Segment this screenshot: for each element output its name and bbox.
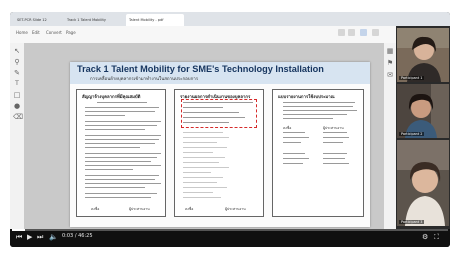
participant-video bbox=[397, 140, 449, 226]
pdf-page: Track 1 Talent Mobility for SME's Techno… bbox=[70, 62, 370, 227]
prev-icon[interactable]: ⏮ bbox=[16, 233, 22, 241]
zoom-in-button[interactable] bbox=[348, 29, 355, 36]
participant-video bbox=[397, 84, 449, 138]
signature-label: ลงชื่อ bbox=[91, 207, 100, 211]
document-viewport[interactable]: Track 1 Talent Mobility for SME's Techno… bbox=[24, 43, 384, 229]
panel-title: แบบรายงานการใช้งบประมาณ bbox=[278, 95, 335, 100]
signature-label: ลงชื่อ bbox=[283, 126, 292, 130]
document-panel-report: รายงานผลการดำเนินงานของบุคลากร ลงชื่อ ผู… bbox=[174, 89, 264, 217]
participant-video bbox=[397, 28, 449, 82]
screen-share: SET-PCR Slide 12 Track 1 Talent Mobility… bbox=[10, 12, 450, 247]
panel-title: สัญญาจ้างบุคลากรที่มีคุณสมบัติ bbox=[82, 95, 141, 100]
video-player-bar: ⏮ ▶ ⏭ 🔈 0:03 / 46:25 ⚙ ⛶ bbox=[10, 229, 450, 247]
participant-name: Participant 3 bbox=[399, 220, 425, 224]
pdf-tool-rail: ↖ ⚲ ✎ T □ ● ⌫ bbox=[10, 43, 24, 229]
tab-label: Track 1 Talent Mobility bbox=[67, 18, 106, 22]
settings-icon[interactable]: ⚙ bbox=[422, 233, 428, 241]
signature-label: ผู้ประสานงาน bbox=[323, 126, 344, 130]
menu-edit[interactable]: Edit bbox=[32, 30, 40, 35]
cursor-icon[interactable]: ↖ bbox=[13, 47, 21, 55]
dashed-highlight-box bbox=[181, 99, 257, 128]
signature-label: ลงชื่อ bbox=[185, 207, 194, 211]
participants-column: Participant 1 Participant 2 Participant … bbox=[396, 26, 450, 229]
signature-label: ผู้ประสานงาน bbox=[129, 207, 150, 211]
menu-home[interactable]: Home bbox=[16, 30, 28, 35]
share-button[interactable] bbox=[360, 29, 367, 36]
slide-banner: Track 1 Talent Mobility for SME's Techno… bbox=[70, 62, 370, 84]
bookmark-icon[interactable]: ⚑ bbox=[386, 59, 394, 67]
time-display: 0:03 / 46:25 bbox=[62, 233, 93, 239]
menu-page[interactable]: Page bbox=[66, 30, 76, 35]
zoom-icon[interactable]: ⚲ bbox=[13, 58, 21, 66]
pdf-menu-bar: Home Edit Convert Page bbox=[10, 26, 396, 44]
slide-subtitle: การเคลื่อนย้ายบุคลากรเข้ามาทำงานในสถานปร… bbox=[90, 77, 199, 82]
fullscreen-icon[interactable]: ⛶ bbox=[434, 233, 439, 241]
play-icon[interactable]: ▶ bbox=[27, 233, 32, 241]
tab-label: Talent Mobility - pdf bbox=[129, 18, 164, 22]
progress-bar[interactable] bbox=[12, 229, 448, 231]
comment-icon[interactable]: ✉ bbox=[386, 71, 394, 79]
volume-icon[interactable]: 🔈 bbox=[49, 233, 58, 241]
next-icon[interactable]: ⏭ bbox=[37, 233, 43, 241]
tab-label: SET-PCR Slide 12 bbox=[17, 18, 47, 22]
signature-label: ผู้ประสานงาน bbox=[225, 207, 246, 211]
shape-icon[interactable]: □ bbox=[13, 91, 21, 99]
browser-tab-bar: SET-PCR Slide 12 Track 1 Talent Mobility… bbox=[10, 12, 450, 26]
browser-tab[interactable]: Track 1 Talent Mobility bbox=[64, 14, 124, 26]
text-icon[interactable]: T bbox=[13, 80, 21, 88]
zoom-out-button[interactable] bbox=[338, 29, 345, 36]
eraser-icon[interactable]: ⌫ bbox=[13, 113, 23, 121]
highlight-icon[interactable]: ● bbox=[13, 102, 21, 110]
progress-fill bbox=[12, 229, 26, 231]
browser-tab[interactable]: SET-PCR Slide 12 bbox=[14, 14, 62, 26]
document-panel-contract: สัญญาจ้างบุคลากรที่มีคุณสมบัติ ลงชื่อ ผู… bbox=[76, 89, 166, 217]
menu-convert[interactable]: Convert bbox=[46, 30, 62, 35]
more-options-button[interactable] bbox=[372, 29, 379, 36]
participant-tile[interactable]: Participant 1 bbox=[397, 28, 449, 82]
participant-name: Participant 2 bbox=[399, 132, 425, 136]
participant-name: Participant 1 bbox=[399, 76, 425, 80]
slide-title: Track 1 Talent Mobility for SME's Techno… bbox=[77, 64, 324, 74]
browser-tab-active[interactable]: Talent Mobility - pdf bbox=[126, 14, 184, 26]
participant-tile[interactable]: Participant 2 bbox=[397, 84, 449, 138]
pen-icon[interactable]: ✎ bbox=[13, 69, 21, 77]
pdf-side-panel: ▦ ⚑ ✉ bbox=[384, 43, 396, 229]
document-panel-budget: แบบรายงานการใช้งบประมาณ ลงชื่อ ผู้ประสาน… bbox=[272, 89, 364, 217]
thumbnails-icon[interactable]: ▦ bbox=[386, 47, 394, 55]
participant-tile[interactable]: Participant 3 bbox=[397, 140, 449, 226]
